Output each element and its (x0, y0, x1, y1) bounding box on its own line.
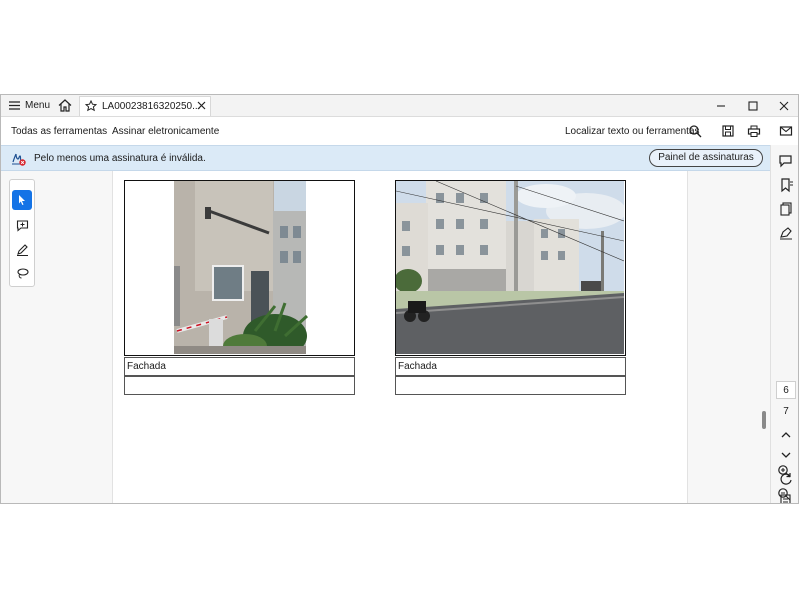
sign-button[interactable]: Assinar eletronicamente (112, 126, 219, 137)
document-tab[interactable]: LA00023816320250... (79, 96, 211, 116)
draw-tool[interactable] (12, 239, 32, 259)
select-tool[interactable] (12, 190, 32, 210)
invalid-signature-icon (12, 153, 26, 166)
quick-tools-panel (9, 179, 35, 287)
entrance-photo-image (125, 181, 353, 355)
comments-icon[interactable] (778, 153, 794, 169)
tab-title: LA00023816320250... (102, 101, 201, 112)
maximize-icon[interactable] (746, 99, 760, 113)
menu-button[interactable]: Menu (9, 98, 50, 113)
empty-cell-1 (124, 376, 355, 395)
bookmark-icon[interactable] (778, 177, 794, 193)
photo-facade-street (395, 180, 626, 356)
home-icon[interactable] (57, 98, 73, 113)
hamburger-icon (9, 101, 20, 110)
star-icon[interactable] (85, 100, 97, 112)
caption-cell-2: Fachada (395, 357, 626, 376)
comment-add-icon (16, 219, 28, 232)
chevron-down-icon[interactable] (778, 447, 794, 463)
current-page-number[interactable]: 6 (776, 381, 796, 399)
signature-pen-icon[interactable] (778, 225, 794, 241)
lasso-icon (16, 267, 29, 278)
vertical-scrollbar-thumb[interactable] (762, 411, 766, 429)
cursor-icon (19, 195, 25, 205)
search-icon[interactable] (688, 124, 702, 138)
menu-label: Menu (25, 100, 51, 111)
comment-tool[interactable] (12, 215, 32, 235)
empty-cell-2 (395, 376, 626, 395)
print-icon[interactable] (747, 124, 761, 138)
zoom-in-icon[interactable] (777, 464, 791, 478)
next-page-number[interactable]: 7 (776, 403, 796, 421)
minimize-icon[interactable] (714, 99, 728, 113)
document-viewport[interactable]: Fachada Fachada (1, 171, 771, 503)
caption-cell-1: Fachada (124, 357, 355, 376)
find-button[interactable]: Localizar texto ou ferramentas (565, 126, 700, 137)
signature-panel-button[interactable]: Painel de assinaturas (649, 149, 763, 167)
mail-icon[interactable] (779, 124, 793, 138)
zoom-out-icon[interactable] (777, 487, 791, 501)
pen-icon (16, 243, 28, 256)
lasso-tool[interactable] (12, 263, 32, 283)
banner-message: Pelo menos uma assinatura é inválida. (34, 153, 206, 164)
all-tools-button[interactable]: Todas as ferramentas (11, 126, 107, 137)
title-bar: Menu LA00023816320250... (1, 95, 798, 117)
close-window-icon[interactable] (777, 99, 791, 113)
right-gutter (687, 171, 771, 503)
close-tab-icon[interactable] (197, 101, 206, 110)
pdf-viewer-window: Menu LA00023816320250... Todas as ferram… (0, 94, 799, 504)
pages-icon[interactable] (778, 201, 794, 217)
signature-warning-banner: Pelo menos uma assinatura é inválida. Pa… (1, 145, 770, 171)
main-toolbar: Todas as ferramentas Assinar eletronicam… (1, 117, 798, 145)
chevron-up-icon[interactable] (778, 427, 794, 443)
street-photo-image (396, 181, 625, 354)
right-tool-rail: 6 7 (770, 145, 798, 503)
left-gutter (1, 171, 113, 503)
save-icon[interactable] (721, 124, 735, 138)
pdf-page: Fachada Fachada (113, 171, 687, 503)
photo-facade-entrance (124, 180, 355, 356)
